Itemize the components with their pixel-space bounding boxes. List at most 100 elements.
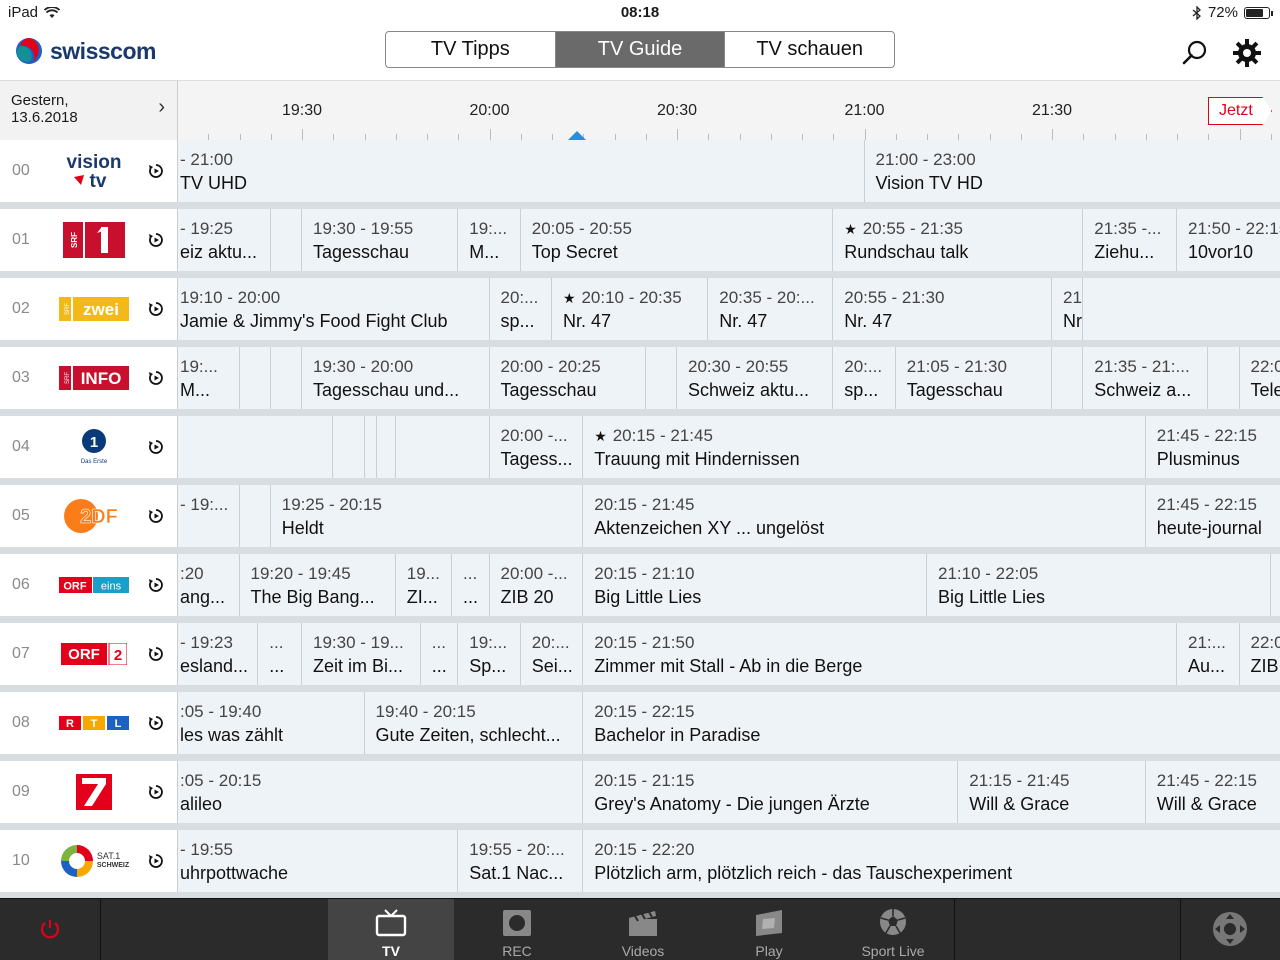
- program-cell[interactable]: - 19:23 esland...: [178, 623, 259, 685]
- chevron-right-icon[interactable]: ›: [158, 97, 165, 117]
- replay-icon[interactable]: [148, 301, 164, 317]
- replay-icon[interactable]: [148, 439, 164, 455]
- remote-control-button[interactable]: [1180, 899, 1280, 960]
- channel-cell[interactable]: 05 2DF: [0, 485, 178, 547]
- program-cell[interactable]: [178, 416, 334, 478]
- nav-sport-live[interactable]: Sport Live: [832, 899, 954, 960]
- program-cell[interactable]: 21:00 - 23:00 Vision TV HD: [864, 140, 1280, 202]
- program-cell[interactable]: 20:15 - 22:20 Plötzlich arm, plötzlich re…: [583, 830, 1280, 892]
- nav-videos[interactable]: Videos: [580, 899, 706, 960]
- nav-play[interactable]: Play: [706, 899, 832, 960]
- tab-tv-guide[interactable]: TV Guide: [555, 32, 726, 67]
- program-cell[interactable]: [1239, 278, 1280, 340]
- replay-icon[interactable]: [148, 853, 164, 869]
- program-cell[interactable]: 20:30 - 20:55 Schweiz aktu...: [677, 347, 834, 409]
- time-axis[interactable]: Jetzt 19:30 20:00 20:30 21:00 21:30: [178, 81, 1280, 141]
- program-cell[interactable]: 20:00 -... Tagess...: [489, 416, 584, 478]
- replay-icon[interactable]: [148, 232, 164, 248]
- jetzt-button[interactable]: Jetzt: [1208, 97, 1272, 125]
- program-cell[interactable]: 20:... sp...: [489, 278, 552, 340]
- date-selector[interactable]: Gestern, 13.6.2018 ›: [0, 81, 178, 141]
- program-cell[interactable]: 22:0 ZIB: [1239, 623, 1280, 685]
- channel-cell[interactable]: 03 INFO SRF: [0, 347, 178, 409]
- program-cell[interactable]: ......: [258, 623, 302, 685]
- program-cell[interactable]: [270, 209, 302, 271]
- program-cell[interactable]: [270, 347, 302, 409]
- power-button[interactable]: [0, 899, 100, 960]
- program-cell[interactable]: 21:30 - 22:00 Nr. 47: [1052, 278, 1084, 340]
- program-cell[interactable]: 20:35 - 20:... Nr. 47: [708, 278, 834, 340]
- program-cell[interactable]: :05 - 20:15 alileo: [178, 761, 584, 823]
- program-cell[interactable]: :20 ang...: [178, 554, 240, 616]
- nav-rec[interactable]: REC: [454, 899, 580, 960]
- program-cell[interactable]: ......: [420, 623, 459, 685]
- program-cell[interactable]: [1208, 347, 1240, 409]
- program-cell[interactable]: [645, 347, 677, 409]
- program-cell[interactable]: [1052, 347, 1084, 409]
- program-cell[interactable]: 22:0 Tele: [1239, 347, 1280, 409]
- program-cell[interactable]: 19:25 - 20:15 Heldt: [270, 485, 584, 547]
- replay-icon[interactable]: [148, 370, 164, 386]
- gear-icon[interactable]: [1232, 38, 1262, 68]
- program-cell[interactable]: 20:05 - 20:55 Top Secret: [520, 209, 834, 271]
- channel-cell[interactable]: 09: [0, 761, 178, 823]
- channel-cell[interactable]: 06 ORF eins: [0, 554, 178, 616]
- program-cell[interactable]: 19:... M...: [178, 347, 240, 409]
- program-cell[interactable]: [333, 416, 365, 478]
- nav-tv[interactable]: TV: [328, 899, 454, 960]
- program-cell[interactable]: 19:... M...: [458, 209, 521, 271]
- program-cell[interactable]: [377, 416, 396, 478]
- program-cell[interactable]: ★ 20:15 - 21:45 Trauung mit Hindernissen: [583, 416, 1146, 478]
- program-cell[interactable]: 20:55 - 21:30 Nr. 47: [833, 278, 1052, 340]
- replay-icon[interactable]: [148, 508, 164, 524]
- program-cell[interactable]: 21:15 - 21:45 Will & Grace: [958, 761, 1146, 823]
- channel-cell[interactable]: 01 SRF: [0, 209, 178, 271]
- tab-tv-tipps[interactable]: TV Tipps: [386, 32, 556, 67]
- program-cell[interactable]: ......: [452, 554, 490, 616]
- program-cell[interactable]: 21:05 - 21:30 Tagesschau: [895, 347, 1052, 409]
- channel-cell[interactable]: 04 1 Das Erste: [0, 416, 178, 478]
- channel-cell[interactable]: 08 R T L: [0, 692, 178, 754]
- replay-icon[interactable]: [148, 715, 164, 731]
- program-cell[interactable]: 21:45 - 22:15 Plusminus: [1145, 416, 1280, 478]
- program-cell[interactable]: 19:10 - 20:00 Jamie & Jimmy's Food Fight …: [178, 278, 490, 340]
- replay-icon[interactable]: [148, 163, 164, 179]
- program-cell[interactable]: 21:45 - 22:15 Will & Grace: [1145, 761, 1280, 823]
- program-cell[interactable]: :05 - 19:40 les was zählt: [178, 692, 365, 754]
- program-cell[interactable]: 21:10 - 22:05 Big Little Lies: [927, 554, 1271, 616]
- search-icon[interactable]: [1180, 38, 1210, 68]
- replay-icon[interactable]: [148, 646, 164, 662]
- program-cell[interactable]: 20:15 - 21:15 Grey's Anatomy - Die jungen…: [583, 761, 959, 823]
- tab-tv-schauen[interactable]: TV schauen: [725, 32, 894, 67]
- program-cell[interactable]: 21:45 - 22:15 heute-journal: [1145, 485, 1280, 547]
- program-cell[interactable]: 20:00 - 20:25 Tagesschau: [489, 347, 646, 409]
- program-cell[interactable]: ★ 20:55 - 21:35 Rundschau talk: [833, 209, 1084, 271]
- program-cell[interactable]: 21:35 - 21:... Schweiz a...: [1083, 347, 1209, 409]
- program-cell[interactable]: 19... ZI...: [395, 554, 452, 616]
- program-cell[interactable]: [239, 347, 271, 409]
- channel-cell[interactable]: 07 ORF 2: [0, 623, 178, 685]
- program-cell[interactable]: 20:15 - 21:45 Aktenzeichen XY ... ungelös…: [583, 485, 1146, 547]
- program-cell[interactable]: 20:15 - 22:15 Bachelor in Paradise: [583, 692, 1280, 754]
- replay-icon[interactable]: [148, 577, 164, 593]
- program-cell[interactable]: 19:30 - 19:55 Tagesschau: [302, 209, 459, 271]
- program-cell[interactable]: 19:... Sp...: [458, 623, 521, 685]
- replay-icon[interactable]: [148, 784, 164, 800]
- program-cell[interactable]: 21:50 - 22:15 10vor10: [1177, 209, 1280, 271]
- program-cell[interactable]: 19:55 - 20:... Sat.1 Nac...: [458, 830, 584, 892]
- program-cell[interactable]: - 19:55 uhrpottwache: [178, 830, 459, 892]
- program-cell[interactable]: [239, 485, 271, 547]
- program-cell[interactable]: 20:00 -... ZIB 20: [489, 554, 584, 616]
- program-cell[interactable]: [364, 416, 377, 478]
- program-cell[interactable]: 20:15 - 21:50 Zimmer mit Stall - Ab in di…: [583, 623, 1177, 685]
- program-cell[interactable]: 20:15 - 21:10 Big Little Lies: [583, 554, 927, 616]
- program-cell[interactable]: - 19:...: [178, 485, 240, 547]
- program-cell[interactable]: 19:40 - 20:15 Gute Zeiten, schlecht...: [364, 692, 584, 754]
- channel-cell[interactable]: 00 vision tv: [0, 140, 178, 202]
- channel-cell[interactable]: 02 zwei SRF: [0, 278, 178, 340]
- program-cell[interactable]: [395, 416, 490, 478]
- program-cell[interactable]: 19:20 - 19:45 The Big Bang...: [239, 554, 396, 616]
- program-cell[interactable]: 21:35 -... Ziehu...: [1083, 209, 1177, 271]
- program-cell[interactable]: - 21:00 TV UHD: [178, 140, 865, 202]
- channel-cell[interactable]: 10 SAT.1 SCHWEIZ: [0, 830, 178, 892]
